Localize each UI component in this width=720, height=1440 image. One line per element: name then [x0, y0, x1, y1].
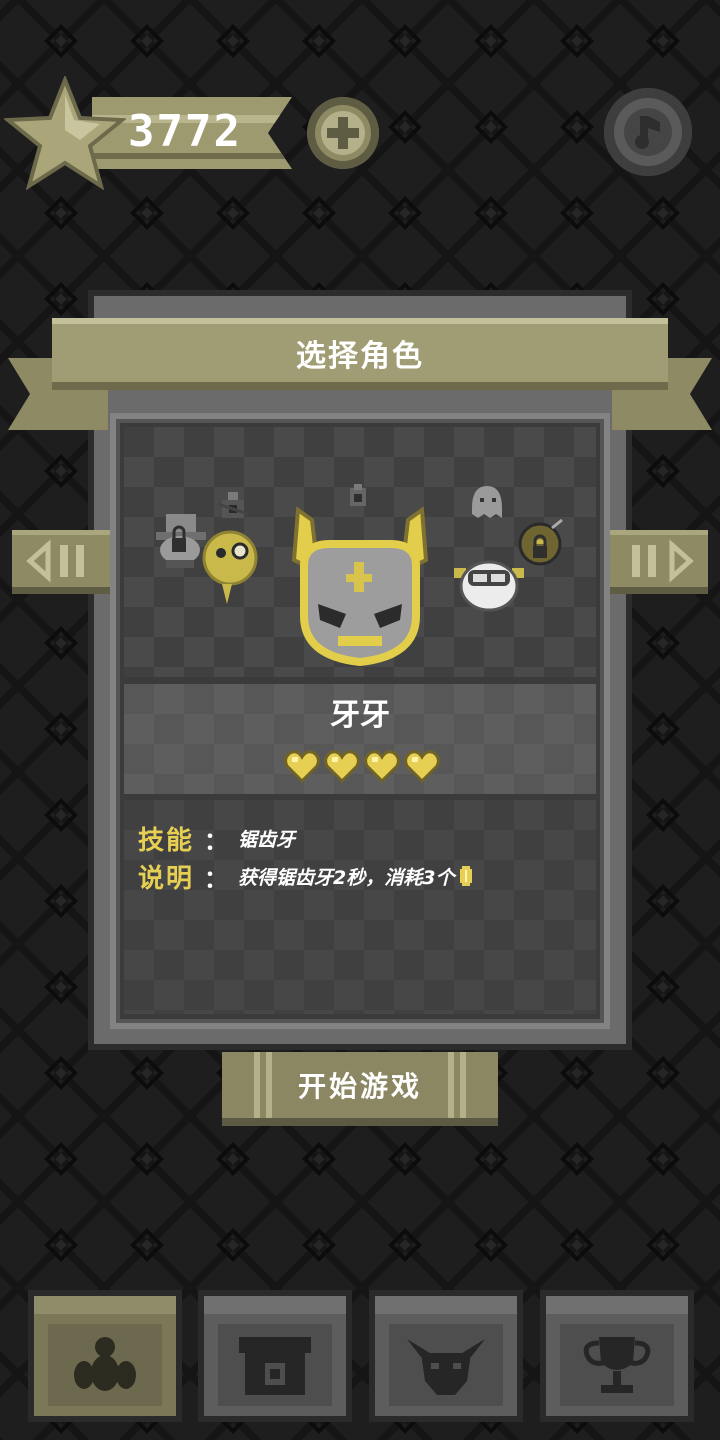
description-row: 说明 ： 获得锯齿牙2秒，消耗3个	[138, 856, 473, 896]
tab-characters[interactable]	[28, 1290, 182, 1422]
skill-label: 技能	[138, 825, 195, 856]
character-carousel-sprites	[156, 484, 563, 667]
tab-trophy[interactable]	[540, 1290, 694, 1422]
characters-icon	[74, 1337, 136, 1391]
tile-cap	[204, 1296, 346, 1314]
heart-icon	[284, 750, 320, 784]
skill-value: 锯齿牙	[238, 828, 296, 851]
description-label: 说明	[138, 863, 195, 894]
trophy-icon	[583, 1337, 651, 1393]
description-colon: ：	[204, 864, 229, 893]
tile-cap	[375, 1296, 517, 1314]
locked-character-ghost[interactable]	[472, 486, 502, 518]
heart-icon	[404, 750, 440, 784]
locked-character-hat[interactable]	[156, 514, 206, 568]
button-stripe	[254, 1052, 260, 1118]
heart-icon	[324, 750, 360, 784]
bull-icon	[407, 1339, 485, 1395]
tile-cap	[546, 1296, 688, 1314]
tile-face	[218, 1324, 332, 1406]
start-game-label: 开始游戏	[297, 1070, 422, 1103]
selected-character-yaya[interactable]	[291, 506, 429, 667]
character-balloon[interactable]	[202, 530, 258, 604]
locked-character-small[interactable]	[350, 484, 366, 506]
coin-icon	[460, 866, 473, 886]
character-name: 牙牙	[330, 698, 390, 733]
tile-cap	[34, 1296, 176, 1314]
tab-shop[interactable]	[198, 1290, 352, 1422]
character-hearts	[284, 748, 440, 784]
start-game-button[interactable]: 开始游戏	[222, 1052, 498, 1126]
shop-icon	[239, 1337, 311, 1395]
tile-face	[560, 1324, 674, 1406]
tab-bull[interactable]	[369, 1290, 523, 1422]
button-stripe	[460, 1052, 466, 1118]
skill-row: 技能 ： 锯齿牙	[138, 818, 295, 858]
tile-face	[389, 1324, 503, 1406]
locked-character-spider[interactable]	[217, 492, 249, 518]
button-stripe	[448, 1052, 454, 1118]
tile-face	[48, 1324, 162, 1406]
heart-icon	[364, 750, 400, 784]
skill-colon: ：	[204, 826, 229, 855]
locked-character-bomb[interactable]	[518, 518, 563, 566]
description-value: 获得锯齿牙2秒，消耗3个	[238, 866, 455, 889]
character-goggles[interactable]	[454, 560, 524, 612]
button-stripe	[266, 1052, 272, 1118]
